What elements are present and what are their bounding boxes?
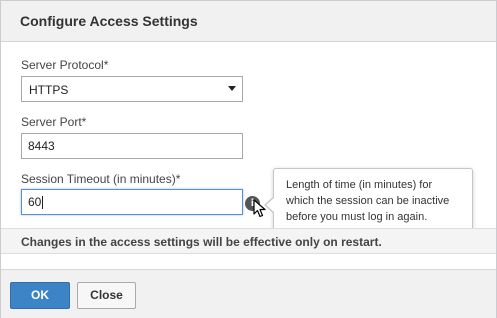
tooltip-arrow-fill (266, 197, 275, 213)
dialog-title: Configure Access Settings (20, 13, 198, 29)
chevron-down-icon (228, 86, 236, 91)
configure-access-dialog: Configure Access Settings Server Protoco… (0, 0, 497, 318)
server-protocol-label: Server Protocol* (21, 58, 109, 72)
text-caret (42, 196, 44, 210)
close-button[interactable]: Close (77, 282, 136, 309)
dialog-footer: OK Close (1, 269, 496, 318)
dialog-header: Configure Access Settings (1, 1, 496, 42)
server-protocol-select[interactable]: HTTPS (21, 76, 243, 102)
session-timeout-input[interactable]: 60 (21, 189, 243, 215)
tooltip-line: Length of time (in minutes) for (286, 179, 433, 191)
session-timeout-label: Session Timeout (in minutes)* (21, 172, 181, 186)
session-timeout-tooltip: Length of time (in minutes) for which th… (264, 168, 473, 233)
server-port-value: 8443 (28, 139, 55, 153)
ok-button[interactable]: OK (10, 282, 70, 309)
tooltip-line: which the session can be inactive (286, 195, 450, 207)
restart-notice: Changes in the access settings will be e… (1, 228, 496, 254)
session-timeout-value: 60 (28, 195, 42, 209)
server-port-label: Server Port* (21, 115, 87, 129)
server-protocol-value: HTTPS (29, 83, 69, 97)
restart-notice-text: Changes in the access settings will be e… (21, 235, 382, 249)
tooltip-line: before you must log in again. (286, 211, 428, 223)
server-port-input[interactable]: 8443 (21, 133, 243, 159)
